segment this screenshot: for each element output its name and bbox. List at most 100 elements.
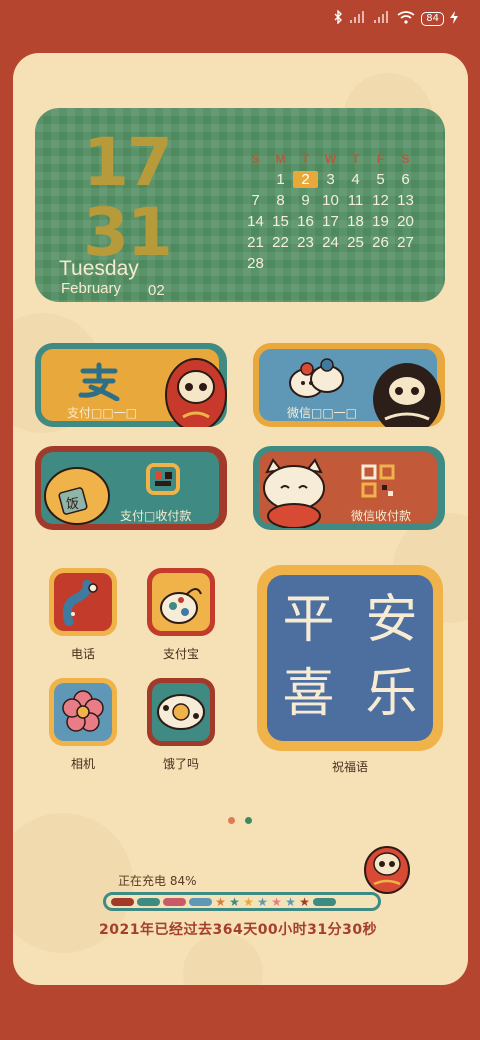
lucky-bag-icon: 饭 (44, 467, 110, 525)
bar-segment (189, 897, 212, 906)
bar-segment (111, 897, 134, 906)
calendar-day: 27 (397, 234, 414, 251)
wechat-collect-widget[interactable]: 微信收付款 (253, 446, 445, 530)
lucky-cat-icon (263, 458, 325, 528)
signal-2-icon (373, 11, 391, 26)
calendar-day: 2 (293, 171, 318, 188)
blessing-widget[interactable]: 平 安 喜 乐 (257, 565, 443, 751)
wechat-mascot-icon (289, 358, 344, 398)
daruma-icon (165, 358, 227, 427)
bar-segment (137, 897, 160, 906)
blessing-label: 祝福语 (331, 760, 368, 774)
calendar-day: 15 (272, 213, 289, 230)
calendar-day: 28 (247, 255, 264, 272)
calendar-week-row: 21 22 23 24 25 26 27 (243, 232, 418, 253)
page-indicator[interactable] (228, 817, 252, 824)
page-dot[interactable] (245, 817, 252, 824)
alipay-scan-label: 支付□□一□ (67, 406, 138, 420)
calendar-week-row: 7 8 9 10 11 12 13 (243, 190, 418, 211)
wechat-collect-label: 微信收付款 (351, 509, 412, 523)
calendar-day: 12 (372, 192, 389, 209)
calendar-day: 21 (247, 234, 264, 251)
calendar-day: 8 (276, 192, 285, 209)
app-label: 电话 (70, 647, 95, 661)
blessing-char: 乐 (365, 664, 418, 724)
charging-status: 正在充电 84% (118, 874, 197, 888)
calendar-header-cell: W (324, 151, 337, 166)
star-icon: ★ (257, 894, 268, 909)
app-eleme[interactable]: 饿了吗 (144, 678, 218, 772)
qr-code-icon (361, 464, 395, 498)
clock-hour: 17 (83, 124, 173, 201)
app-label: 相机 (70, 757, 95, 771)
calendar-day: 5 (376, 171, 385, 188)
camera-app-icon[interactable] (49, 678, 117, 746)
calendar-day: 19 (372, 213, 389, 230)
star-icon: ★ (271, 894, 282, 909)
calendar-weekday-header: S M T W T F S (243, 148, 418, 169)
alipay-scan-widget[interactable]: 支付□□一□ (35, 343, 227, 427)
blessing-char: 喜 (282, 664, 335, 724)
alipay-collect-widget[interactable]: 饭 支付□收付款 (35, 446, 227, 530)
calendar-week-row: 123456 (243, 169, 418, 190)
charging-progress-bar: ★ ★ ★ ★ ★ ★ ★ (103, 892, 381, 911)
home-screen-card: 17 3 1 Tuesday February 02 S M T W T F S … (13, 53, 468, 985)
page-dot-active[interactable] (228, 817, 235, 824)
blessing-char: 安 (365, 590, 418, 650)
month-calendar: S M T W T F S 123456 7 8 9 10 11 12 13 14 15 16 1… (243, 148, 418, 274)
clock-calendar-widget[interactable]: 17 3 1 Tuesday February 02 S M T W T F S … (35, 108, 445, 302)
charging-bolt-icon (450, 10, 458, 27)
blessing-text: 平 安 喜 乐 (267, 589, 433, 725)
black-daruma-icon (373, 363, 441, 427)
app-phone[interactable]: 电话 (46, 568, 120, 662)
year-progress-text: 2021年已经过去364天00小时31分30秒 (99, 922, 378, 938)
bar-segment (313, 897, 336, 906)
star-icon: ★ (285, 894, 296, 909)
month-label: February (61, 280, 122, 297)
calendar-header-cell: T (301, 151, 310, 166)
calendar-week-row: 28 (243, 253, 418, 274)
star-icon: ★ (299, 894, 310, 909)
alipay-app-icon[interactable] (147, 568, 215, 636)
star-icon: ★ (229, 894, 240, 909)
calendar-day: 6 (401, 171, 410, 188)
calendar-day: 18 (347, 213, 364, 230)
calendar-week-row: 14 15 16 17 18 19 20 (243, 211, 418, 232)
coin-purse-icon (160, 588, 202, 624)
calendar-day: 4 (351, 171, 360, 188)
svg-text:饭: 饭 (66, 497, 79, 512)
calendar-header-cell: S (401, 151, 410, 166)
calendar-day: 24 (322, 234, 339, 251)
calendar-header-cell: M (275, 151, 286, 166)
app-camera[interactable]: 相机 (46, 678, 120, 772)
flower-icon (62, 690, 104, 732)
calendar-header-cell: F (376, 151, 385, 166)
star-icon: ★ (243, 894, 254, 909)
calendar-day: 11 (347, 192, 364, 209)
bar-segment (163, 897, 186, 906)
calendar-day: 9 (301, 192, 310, 209)
calendar-day: 26 (372, 234, 389, 251)
weekday-label: Tuesday (59, 257, 139, 280)
signal-icon (349, 11, 367, 26)
wechat-scan-label: 微信□□一□ (287, 406, 358, 420)
phone-app-icon[interactable] (49, 568, 117, 636)
koi-fish-icon (62, 580, 98, 626)
calendar-header-cell: T (351, 151, 360, 166)
blessing-char: 平 (282, 590, 335, 650)
app-label: 支付宝 (162, 647, 199, 661)
day-label: 02 (148, 282, 165, 299)
wechat-scan-widget[interactable]: 微信□□一□ (253, 343, 445, 427)
calendar-day: 14 (247, 213, 264, 230)
app-label: 饿了吗 (162, 757, 199, 771)
alipay-collect-label: 支付□收付款 (120, 509, 192, 523)
calendar-day: 10 (322, 192, 339, 209)
star-icon: ★ (215, 894, 226, 909)
app-alipay[interactable]: 支付宝 (144, 568, 218, 662)
calendar-day: 16 (297, 213, 314, 230)
eleme-app-icon[interactable] (147, 678, 215, 746)
calendar-header-cell: S (251, 151, 260, 166)
alipay-logo-icon (78, 362, 120, 401)
rice-ball-icon (157, 694, 205, 730)
calendar-day: 3 (326, 171, 335, 188)
